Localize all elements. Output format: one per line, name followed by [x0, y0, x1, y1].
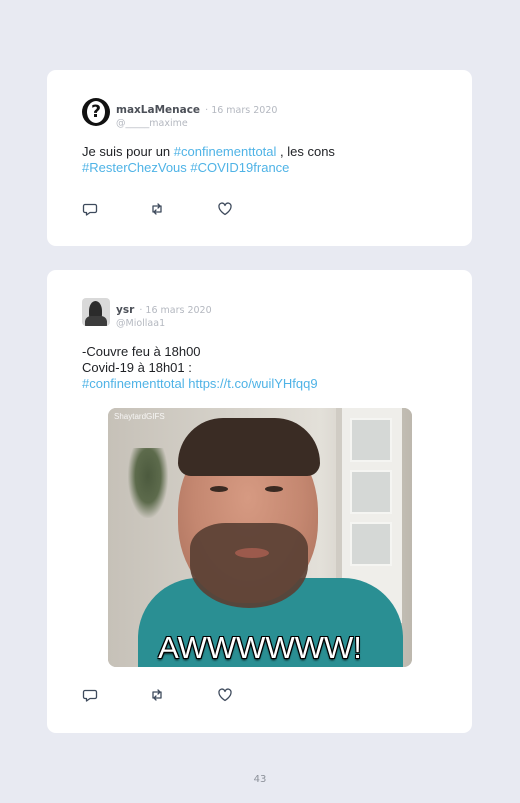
tweet-date[interactable]: · 16 mars 2020	[205, 105, 277, 116]
avatar[interactable]: ?	[82, 98, 110, 126]
tweet-text-segment: , les cons	[276, 144, 335, 159]
tweet-text-line: -Couvre feu à 18h00	[82, 344, 201, 359]
retweet-icon[interactable]	[149, 201, 167, 219]
display-name[interactable]: ysr	[116, 304, 134, 316]
tweet-text-segment: Je suis pour un	[82, 144, 174, 159]
page-number: 43	[253, 774, 267, 785]
gif-watermark: ShaytardGIFS	[114, 412, 165, 421]
display-name[interactable]: maxLaMenace	[116, 104, 200, 116]
tweet-text: -Couvre feu à 18h00 Covid-19 à 18h01 : #…	[82, 344, 412, 392]
like-icon[interactable]	[217, 201, 235, 219]
hashtag-link[interactable]: #COVID19france	[190, 160, 289, 175]
tweet-card: ysr · 16 mars 2020 @Miollaa1 -Couvre feu…	[47, 270, 472, 733]
reply-icon[interactable]	[82, 687, 100, 705]
tweet-gif-media[interactable]: ShaytardGIFS AWWWWWW!	[108, 408, 412, 667]
avatar[interactable]	[82, 298, 110, 326]
tweet-date[interactable]: · 16 mars 2020	[139, 305, 211, 316]
url-link[interactable]: https://t.co/wuilYHfqq9	[188, 376, 317, 391]
gif-caption: AWWWWWW!	[158, 630, 362, 665]
hashtag-link[interactable]: #confinementtotal	[174, 144, 277, 159]
retweet-icon[interactable]	[149, 687, 167, 705]
tweet-text-line: Covid-19 à 18h01 :	[82, 360, 192, 375]
user-handle[interactable]: @_____maxime	[116, 118, 277, 129]
reply-icon[interactable]	[82, 201, 100, 219]
tweet-card: ? maxLaMenace · 16 mars 2020 @_____maxim…	[47, 70, 472, 246]
hashtag-link[interactable]: #confinementtotal	[82, 376, 185, 391]
user-handle[interactable]: @Miollaa1	[116, 318, 212, 329]
like-icon[interactable]	[217, 687, 235, 705]
tweet-text: Je suis pour un #confinementtotal , les …	[82, 144, 382, 176]
hashtag-link[interactable]: #ResterChezVous	[82, 160, 187, 175]
